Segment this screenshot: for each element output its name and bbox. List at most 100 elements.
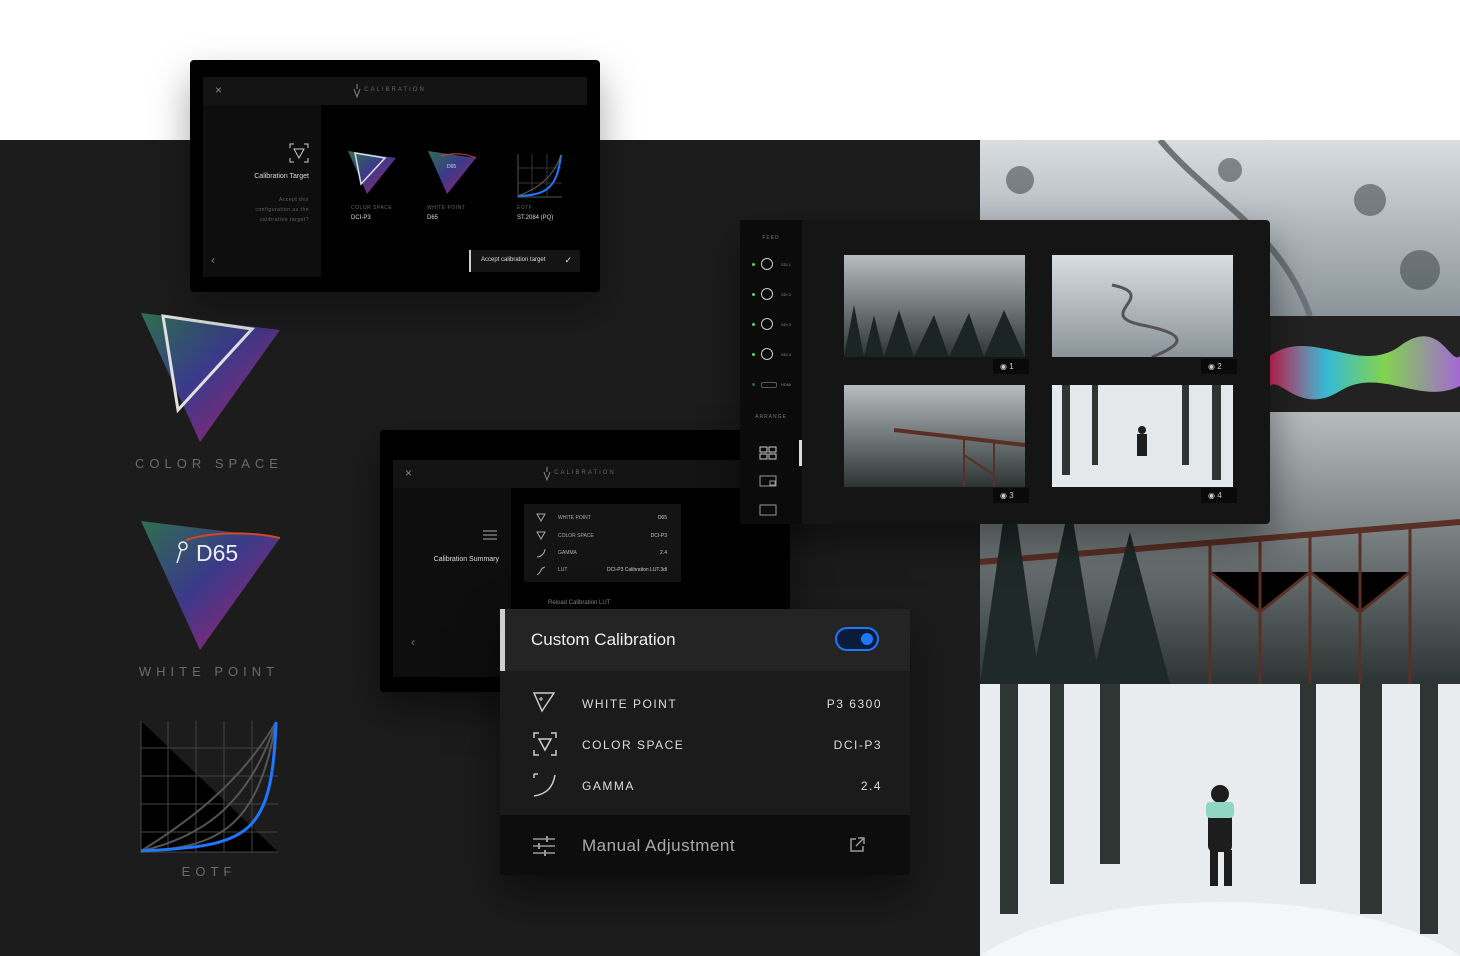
feed-input-3[interactable]: SDI 3 [740, 318, 802, 332]
sidebar: Calibration Target Accept this configura… [203, 105, 321, 277]
row-label: WHITE POINT [582, 697, 678, 711]
hdmi-icon [761, 382, 777, 388]
color-space-target-icon [289, 143, 309, 163]
feed-thumbnail-3[interactable] [844, 385, 1025, 487]
white-point-icon [533, 692, 555, 713]
gamma-curve-icon [533, 773, 556, 797]
gamma-row[interactable]: GAMMA 2.4 [500, 765, 910, 806]
title-bar: × CALIBRATION [393, 460, 777, 488]
feed-input-1[interactable]: SDI 1 [740, 258, 802, 272]
summary-row-label: WHITE POINT [558, 515, 591, 521]
feed-thumbnail-4[interactable] [1052, 385, 1233, 487]
sdi-input-icon [761, 348, 773, 360]
feed-caption-3: ◉ 3 [993, 488, 1029, 503]
external-link-icon[interactable] [849, 837, 865, 853]
caption-number: 2 [1217, 362, 1222, 371]
caption-number: 3 [1009, 491, 1014, 500]
eye-icon: ◉ [1000, 362, 1007, 371]
window-title: CALIBRATION [554, 470, 616, 476]
active-layout-indicator [799, 440, 802, 466]
summary-row-icons [536, 513, 546, 575]
feed-arrange-window: FEED SDI 1 SDI 2 SDI 3 SDI 4 HDMI ARRANGE ◉ … [740, 220, 1270, 524]
feed-input-5[interactable]: HDMI [740, 378, 802, 392]
toggle-knob [861, 633, 873, 645]
white-point-thumb-badge: D65 [447, 164, 457, 170]
skier-in-forest-photo [980, 684, 1460, 956]
white-point-gamut-graphic [141, 521, 281, 650]
eotf-curve-graphic [140, 721, 278, 853]
summary-row-label: COLOR SPACE [558, 533, 594, 539]
summary-row-value: D65 [657, 515, 667, 521]
white-point-row[interactable]: WHITE POINT P3 6300 [500, 683, 910, 724]
accept-button-label: Accept calibration target [481, 257, 546, 263]
help-text-line: configuration as the [255, 207, 309, 213]
feed-heading: FEED [762, 235, 780, 241]
input-label: SDI 4 [781, 352, 792, 357]
eotf-item-label: EOTF [517, 205, 533, 211]
arrange-heading: ARRANGE [755, 414, 787, 420]
color-space-label: COLOR SPACE [135, 456, 283, 471]
accept-calibration-target-button[interactable]: Accept calibration target ✓ [469, 250, 580, 272]
signal-dot [752, 323, 755, 326]
signal-dot [752, 383, 755, 386]
section-title: Calibration Summary [433, 556, 499, 563]
eotf-label: EOTF [181, 864, 237, 879]
feed-caption-2: ◉ 2 [1201, 359, 1237, 374]
eotf-item-value: ST.2084 (PQ) [517, 215, 554, 221]
manual-adjustment-row[interactable]: Manual Adjustment [500, 815, 910, 875]
eye-icon: ◉ [1208, 491, 1215, 500]
feed-input-4[interactable]: SDI 4 [740, 348, 802, 362]
grid-layout-icon[interactable] [759, 446, 777, 460]
feed-input-2[interactable]: SDI 2 [740, 288, 802, 302]
list-icon [483, 530, 497, 540]
feed-thumbnail-2[interactable] [1052, 255, 1233, 357]
manual-adjustment-label: Manual Adjustment [582, 836, 736, 855]
row-label: GAMMA [582, 779, 635, 793]
row-value: DCI-P3 [833, 738, 882, 752]
white-point-badge: D65 [196, 540, 239, 566]
sdi-input-icon [761, 258, 773, 270]
color-space-item-label: COLOR SPACE [351, 205, 393, 211]
input-label: SDI 3 [781, 322, 792, 327]
feed-caption-1: ◉ 1 [993, 359, 1029, 374]
summary-list: WHITE POINT D65 COLOR SPACE DCI-P3 GAMMA… [524, 504, 681, 582]
color-space-thumb[interactable] [347, 150, 397, 195]
custom-calibration-panel: Custom Calibration WHITE POINT P3 6300 C… [500, 609, 910, 875]
summary-row-value: DCI-P3 [650, 533, 667, 539]
calibration-target-window: × CALIBRATION Calibration Target Accept … [190, 60, 600, 292]
custom-calibration-toggle[interactable] [835, 627, 879, 651]
row-value: P3 6300 [826, 697, 882, 711]
help-text-line: Accept this [279, 197, 309, 203]
check-icon: ✓ [564, 255, 572, 265]
row-value: 2.4 [860, 779, 882, 793]
caption-number: 4 [1217, 491, 1222, 500]
reload-lut-link[interactable]: Reload Calibration LUT [548, 600, 610, 606]
back-button[interactable]: ‹ [211, 253, 215, 267]
window-title: CALIBRATION [364, 87, 426, 93]
signal-dot [752, 353, 755, 356]
color-space-icon [533, 732, 557, 756]
feed-rail: FEED SDI 1 SDI 2 SDI 3 SDI 4 HDMI ARRANGE [740, 220, 802, 524]
eotf-thumb[interactable] [517, 153, 563, 198]
white-point-label: WHITE POINT [138, 664, 280, 679]
single-layout-icon[interactable] [759, 504, 777, 516]
sidebar: Calibration Summary ‹ [393, 488, 511, 677]
back-button[interactable]: ‹ [411, 635, 415, 649]
color-space-row[interactable]: COLOR SPACE DCI-P3 [500, 724, 910, 765]
sdi-input-icon [761, 318, 773, 330]
white-point-thumb[interactable] [427, 150, 477, 195]
input-label: SDI 2 [781, 292, 792, 297]
eye-icon: ◉ [1208, 362, 1215, 371]
input-label: SDI 1 [781, 262, 792, 267]
pip-layout-icon[interactable] [759, 475, 777, 487]
feed-thumbnail-1[interactable] [844, 255, 1025, 357]
row-label: COLOR SPACE [582, 738, 685, 752]
input-label: HDMI [781, 382, 792, 387]
custom-calibration-header: Custom Calibration [500, 609, 910, 671]
sliders-icon [533, 836, 555, 856]
summary-row-label: LUT [558, 567, 568, 573]
signal-dot [752, 293, 755, 296]
feed-caption-4: ◉ 4 [1201, 488, 1237, 503]
custom-calibration-title: Custom Calibration [531, 630, 676, 649]
white-point-item-label: WHITE POINT [427, 205, 466, 211]
